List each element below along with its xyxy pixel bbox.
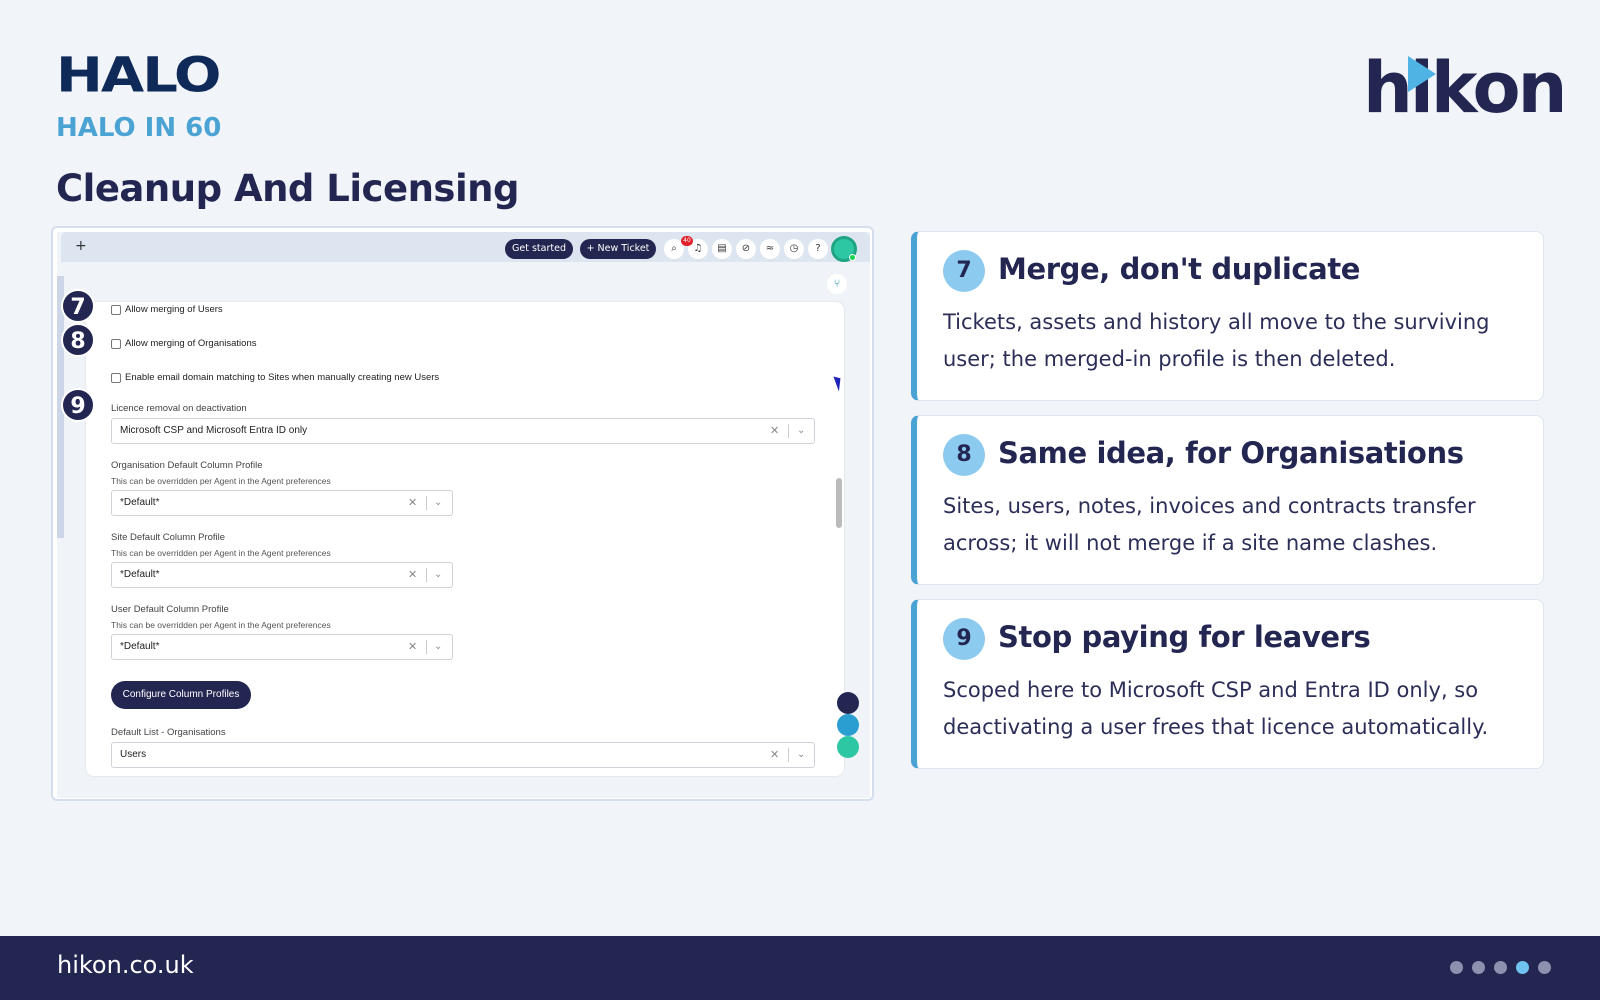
series-title: HALO IN 60 (56, 113, 222, 143)
scrollbar-thumb[interactable] (836, 478, 842, 528)
merge-users-checkbox-row[interactable]: Allow merging of Users (111, 304, 223, 315)
default-list-select[interactable]: Users ✕ ⌄ (111, 742, 815, 768)
add-tab-button[interactable]: + (75, 238, 87, 254)
get-started-button[interactable]: Get started (505, 239, 573, 259)
card-body: Sites, users, notes, invoices and contra… (943, 494, 1476, 555)
step-marker-8: 8 (61, 323, 95, 357)
merge-orgs-checkbox[interactable] (111, 338, 121, 349)
select-divider (788, 424, 789, 438)
org-profile-label: Organisation Default Column Profile (111, 460, 263, 471)
footer: hikon.co.uk (0, 936, 1600, 1000)
compass-icon[interactable]: ⊘ (736, 239, 756, 259)
assist-fab-icon[interactable] (837, 736, 859, 758)
user-profile-select[interactable]: *Default* ✕ ⌄ (111, 634, 453, 660)
card-body: Scoped here to Microsoft CSP and Entra I… (943, 678, 1489, 739)
site-profile-select[interactable]: *Default* ✕ ⌄ (111, 562, 453, 588)
select-divider (426, 568, 427, 582)
merge-orgs-label: Allow merging of Organisations (125, 338, 257, 349)
card-title: Merge, don't duplicate (998, 252, 1361, 286)
email-domain-label: Enable email domain matching to Sites wh… (125, 372, 440, 383)
pagination-dot[interactable] (1494, 961, 1507, 974)
configure-column-profiles-button[interactable]: Configure Column Profiles (111, 681, 251, 709)
email-domain-checkbox[interactable] (111, 372, 121, 383)
chevron-down-icon[interactable]: ⌄ (797, 419, 805, 443)
new-ticket-button[interactable]: + New Ticket (580, 239, 656, 259)
licence-removal-select[interactable]: Microsoft CSP and Microsoft Entra ID onl… (111, 418, 815, 444)
page-title: Cleanup And Licensing (56, 167, 519, 210)
pagination-dot[interactable] (1538, 961, 1551, 974)
site-profile-value: *Default* (120, 569, 160, 580)
sparkle-fab-icon[interactable] (837, 714, 859, 736)
branch-icon[interactable]: ⑂ (827, 274, 847, 294)
card-merge-users: 7 Merge, don't duplicate Tickets, assets… (911, 231, 1544, 401)
user-profile-value: *Default* (120, 641, 160, 652)
step-marker-9: 9 (61, 388, 95, 422)
step-marker-7: 7 (61, 289, 95, 323)
user-profile-hint: This can be overridden per Agent in the … (111, 620, 331, 630)
help-icon[interactable]: ? (808, 239, 828, 259)
app-screenshot: + Get started + New Ticket ⌕ ♫ 40 ▤ ⊘ ≈ … (51, 226, 874, 801)
chevron-down-icon[interactable]: ⌄ (434, 563, 442, 587)
clear-icon[interactable]: ✕ (408, 563, 417, 587)
user-profile-label: User Default Column Profile (111, 604, 229, 615)
merge-users-label: Allow merging of Users (125, 304, 223, 315)
card-merge-orgs: 8 Same idea, for Organisations Sites, us… (911, 415, 1544, 585)
pagination-dot[interactable] (1450, 961, 1463, 974)
default-list-label: Default List - Organisations (111, 727, 226, 738)
notification-badge: 40 (681, 236, 693, 246)
app-window: + Get started + New Ticket ⌕ ♫ 40 ▤ ⊘ ≈ … (57, 232, 870, 798)
clear-icon[interactable]: ✕ (408, 635, 417, 659)
feed-icon[interactable]: ≈ (760, 239, 780, 259)
licence-removal-value: Microsoft CSP and Microsoft Entra ID onl… (120, 425, 308, 436)
default-list-value: Users (120, 749, 147, 760)
card-number: 7 (943, 250, 985, 292)
email-domain-checkbox-row[interactable]: Enable email domain matching to Sites wh… (111, 372, 439, 383)
hikon-logo-text: hikon (1363, 47, 1567, 129)
clear-icon[interactable]: ✕ (770, 419, 779, 443)
select-divider (426, 640, 427, 654)
chevron-down-icon[interactable]: ⌄ (434, 635, 442, 659)
footer-site-link[interactable]: hikon.co.uk (57, 951, 194, 979)
merge-orgs-checkbox-row[interactable]: Allow merging of Organisations (111, 338, 256, 349)
org-profile-value: *Default* (120, 497, 160, 508)
select-divider (788, 748, 789, 762)
play-icon (1408, 56, 1436, 92)
card-title: Same idea, for Organisations (998, 436, 1464, 470)
clock-icon[interactable]: ◷ (784, 239, 804, 259)
chat-fab-icon[interactable] (837, 692, 859, 714)
clear-icon[interactable]: ✕ (770, 743, 779, 767)
pagination-dot[interactable] (1472, 961, 1485, 974)
app-topbar: + Get started + New Ticket ⌕ ♫ 40 ▤ ⊘ ≈ … (61, 232, 870, 262)
org-profile-select[interactable]: *Default* ✕ ⌄ (111, 490, 453, 516)
clipboard-icon[interactable]: ▤ (712, 239, 732, 259)
card-number: 8 (943, 434, 985, 476)
chevron-down-icon[interactable]: ⌄ (797, 743, 805, 767)
site-profile-hint: This can be overridden per Agent in the … (111, 548, 331, 558)
merge-users-checkbox[interactable] (111, 304, 121, 315)
halo-logo: HALO (56, 47, 221, 104)
clear-icon[interactable]: ✕ (408, 491, 417, 515)
card-title: Stop paying for leavers (998, 620, 1371, 654)
chevron-down-icon[interactable]: ⌄ (434, 491, 442, 515)
licence-removal-label: Licence removal on deactivation (111, 403, 247, 414)
card-number: 9 (943, 618, 985, 660)
site-profile-label: Site Default Column Profile (111, 532, 226, 543)
select-divider (426, 496, 427, 510)
hikon-logo: hikon (1363, 52, 1567, 124)
card-licence-removal: 9 Stop paying for leavers Scoped here to… (911, 599, 1544, 769)
online-status-dot (849, 254, 856, 261)
pagination-dot-active[interactable] (1516, 961, 1529, 974)
org-profile-hint: This can be overridden per Agent in the … (111, 476, 331, 486)
card-body: Tickets, assets and history all move to … (943, 310, 1490, 371)
